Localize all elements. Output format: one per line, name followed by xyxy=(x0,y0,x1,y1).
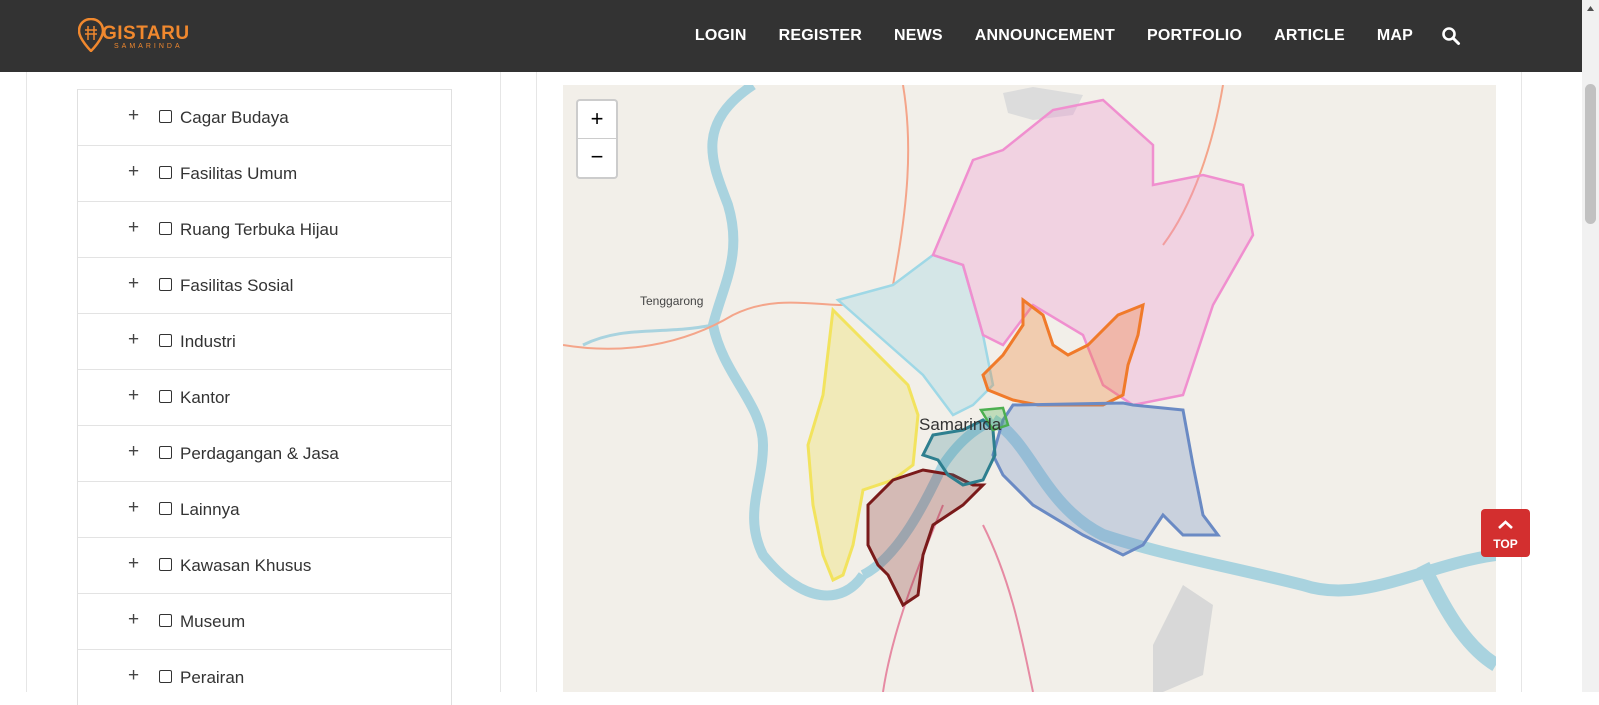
location-pin-logo-icon xyxy=(78,18,104,52)
urban-area xyxy=(1153,585,1213,692)
site-header: GISTARU SAMARINDA LOGIN REGISTER NEWS AN… xyxy=(0,0,1582,72)
layer-item-fasilitas-sosial[interactable]: + Fasilitas Sosial xyxy=(78,257,451,313)
layer-checkbox[interactable] xyxy=(159,670,172,683)
layer-label: Ruang Terbuka Hijau xyxy=(180,220,339,239)
layer-item-ruang-terbuka-hijau[interactable]: + Ruang Terbuka Hijau xyxy=(78,201,451,257)
layer-label: Industri xyxy=(180,332,236,351)
nav-portfolio[interactable]: PORTFOLIO xyxy=(1147,27,1242,45)
nav-map[interactable]: MAP xyxy=(1377,27,1413,45)
layer-label: Cagar Budaya xyxy=(180,108,289,127)
layer-item-museum[interactable]: + Museum xyxy=(78,593,451,649)
nav-article[interactable]: ARTICLE xyxy=(1274,27,1345,45)
nav-login[interactable]: LOGIN xyxy=(695,27,747,45)
layer-checkbox[interactable] xyxy=(159,390,172,403)
nav-news[interactable]: NEWS xyxy=(894,27,943,45)
page-scrollbar[interactable] xyxy=(1582,0,1599,692)
layer-label: Perairan xyxy=(180,668,245,687)
layer-item-perdagangan-jasa[interactable]: + Perdagangan & Jasa xyxy=(78,425,451,481)
layer-label: Kawasan Khusus xyxy=(180,556,312,575)
map-label-city: Samarinda xyxy=(919,415,1002,434)
nav-register[interactable]: REGISTER xyxy=(779,27,862,45)
expand-plus-icon[interactable]: + xyxy=(128,162,139,182)
map-view[interactable]: + − Tenggarong Samarinda xyxy=(563,85,1496,692)
road xyxy=(892,85,910,286)
expand-plus-icon[interactable]: + xyxy=(128,442,139,462)
scroll-up-arrow-icon[interactable] xyxy=(1582,0,1599,17)
map-canvas[interactable] xyxy=(563,85,1496,692)
stream xyxy=(582,323,714,347)
expand-plus-icon[interactable]: + xyxy=(128,666,139,686)
layer-label: Perdagangan & Jasa xyxy=(180,444,339,463)
layer-checkbox[interactable] xyxy=(159,334,172,347)
zoom-control: + − xyxy=(576,99,618,179)
zoom-out-button[interactable]: − xyxy=(578,139,616,176)
logo-subtitle: SAMARINDA xyxy=(114,43,183,50)
layer-checkbox[interactable] xyxy=(159,166,172,179)
search-icon[interactable] xyxy=(1441,26,1461,46)
expand-plus-icon[interactable]: + xyxy=(128,330,139,350)
nav-announcement[interactable]: ANNOUNCEMENT xyxy=(975,27,1115,45)
expand-plus-icon[interactable]: + xyxy=(128,274,139,294)
map-label-town: Tenggarong xyxy=(640,294,704,308)
layer-item-perairan[interactable]: + Perairan xyxy=(78,649,451,705)
district-blue[interactable] xyxy=(991,401,1221,557)
layer-item-cagar-budaya[interactable]: + Cagar Budaya xyxy=(78,89,451,145)
expand-plus-icon[interactable]: + xyxy=(128,554,139,574)
expand-plus-icon[interactable]: + xyxy=(128,498,139,518)
layer-item-lainnya[interactable]: + Lainnya xyxy=(78,481,451,537)
layer-list: + Cagar Budaya + Fasilitas Umum + Ruang … xyxy=(77,89,452,705)
expand-plus-icon[interactable]: + xyxy=(128,106,139,126)
layer-item-industri[interactable]: + Industri xyxy=(78,313,451,369)
expand-plus-icon[interactable]: + xyxy=(128,386,139,406)
layer-checkbox[interactable] xyxy=(159,502,172,515)
road xyxy=(982,524,1034,692)
layer-checkbox[interactable] xyxy=(159,614,172,627)
gistaru-logo[interactable]: GISTARU SAMARINDA xyxy=(78,16,208,56)
logo-brand: GISTARU xyxy=(102,23,190,44)
layer-checkbox[interactable] xyxy=(159,110,172,123)
expand-plus-icon[interactable]: + xyxy=(128,218,139,238)
main-nav: LOGIN REGISTER NEWS ANNOUNCEMENT PORTFOL… xyxy=(663,0,1461,72)
layer-label: Fasilitas Umum xyxy=(180,164,298,183)
expand-plus-icon[interactable]: + xyxy=(128,610,139,630)
layer-checkbox[interactable] xyxy=(159,446,172,459)
river-delta xyxy=(1416,561,1496,671)
layer-label: Lainnya xyxy=(180,500,240,519)
layer-item-fasilitas-umum[interactable]: + Fasilitas Umum xyxy=(78,145,451,201)
chevron-up-icon xyxy=(1498,520,1513,529)
back-to-top-button[interactable]: TOP xyxy=(1481,509,1530,557)
layer-label: Kantor xyxy=(180,388,231,407)
zoom-in-button[interactable]: + xyxy=(578,101,616,139)
layer-checkbox[interactable] xyxy=(159,278,172,291)
scroll-thumb[interactable] xyxy=(1585,84,1596,224)
layer-item-kawasan-khusus[interactable]: + Kawasan Khusus xyxy=(78,537,451,593)
layer-checkbox[interactable] xyxy=(159,558,172,571)
district-maroon[interactable] xyxy=(866,468,987,608)
back-to-top-label: TOP xyxy=(1493,537,1518,551)
layer-checkbox[interactable] xyxy=(159,222,172,235)
layer-label: Museum xyxy=(180,612,246,631)
layer-item-kantor[interactable]: + Kantor xyxy=(78,369,451,425)
layer-label: Fasilitas Sosial xyxy=(180,276,294,295)
layer-panel: + Cagar Budaya + Fasilitas Umum + Ruang … xyxy=(26,72,501,705)
